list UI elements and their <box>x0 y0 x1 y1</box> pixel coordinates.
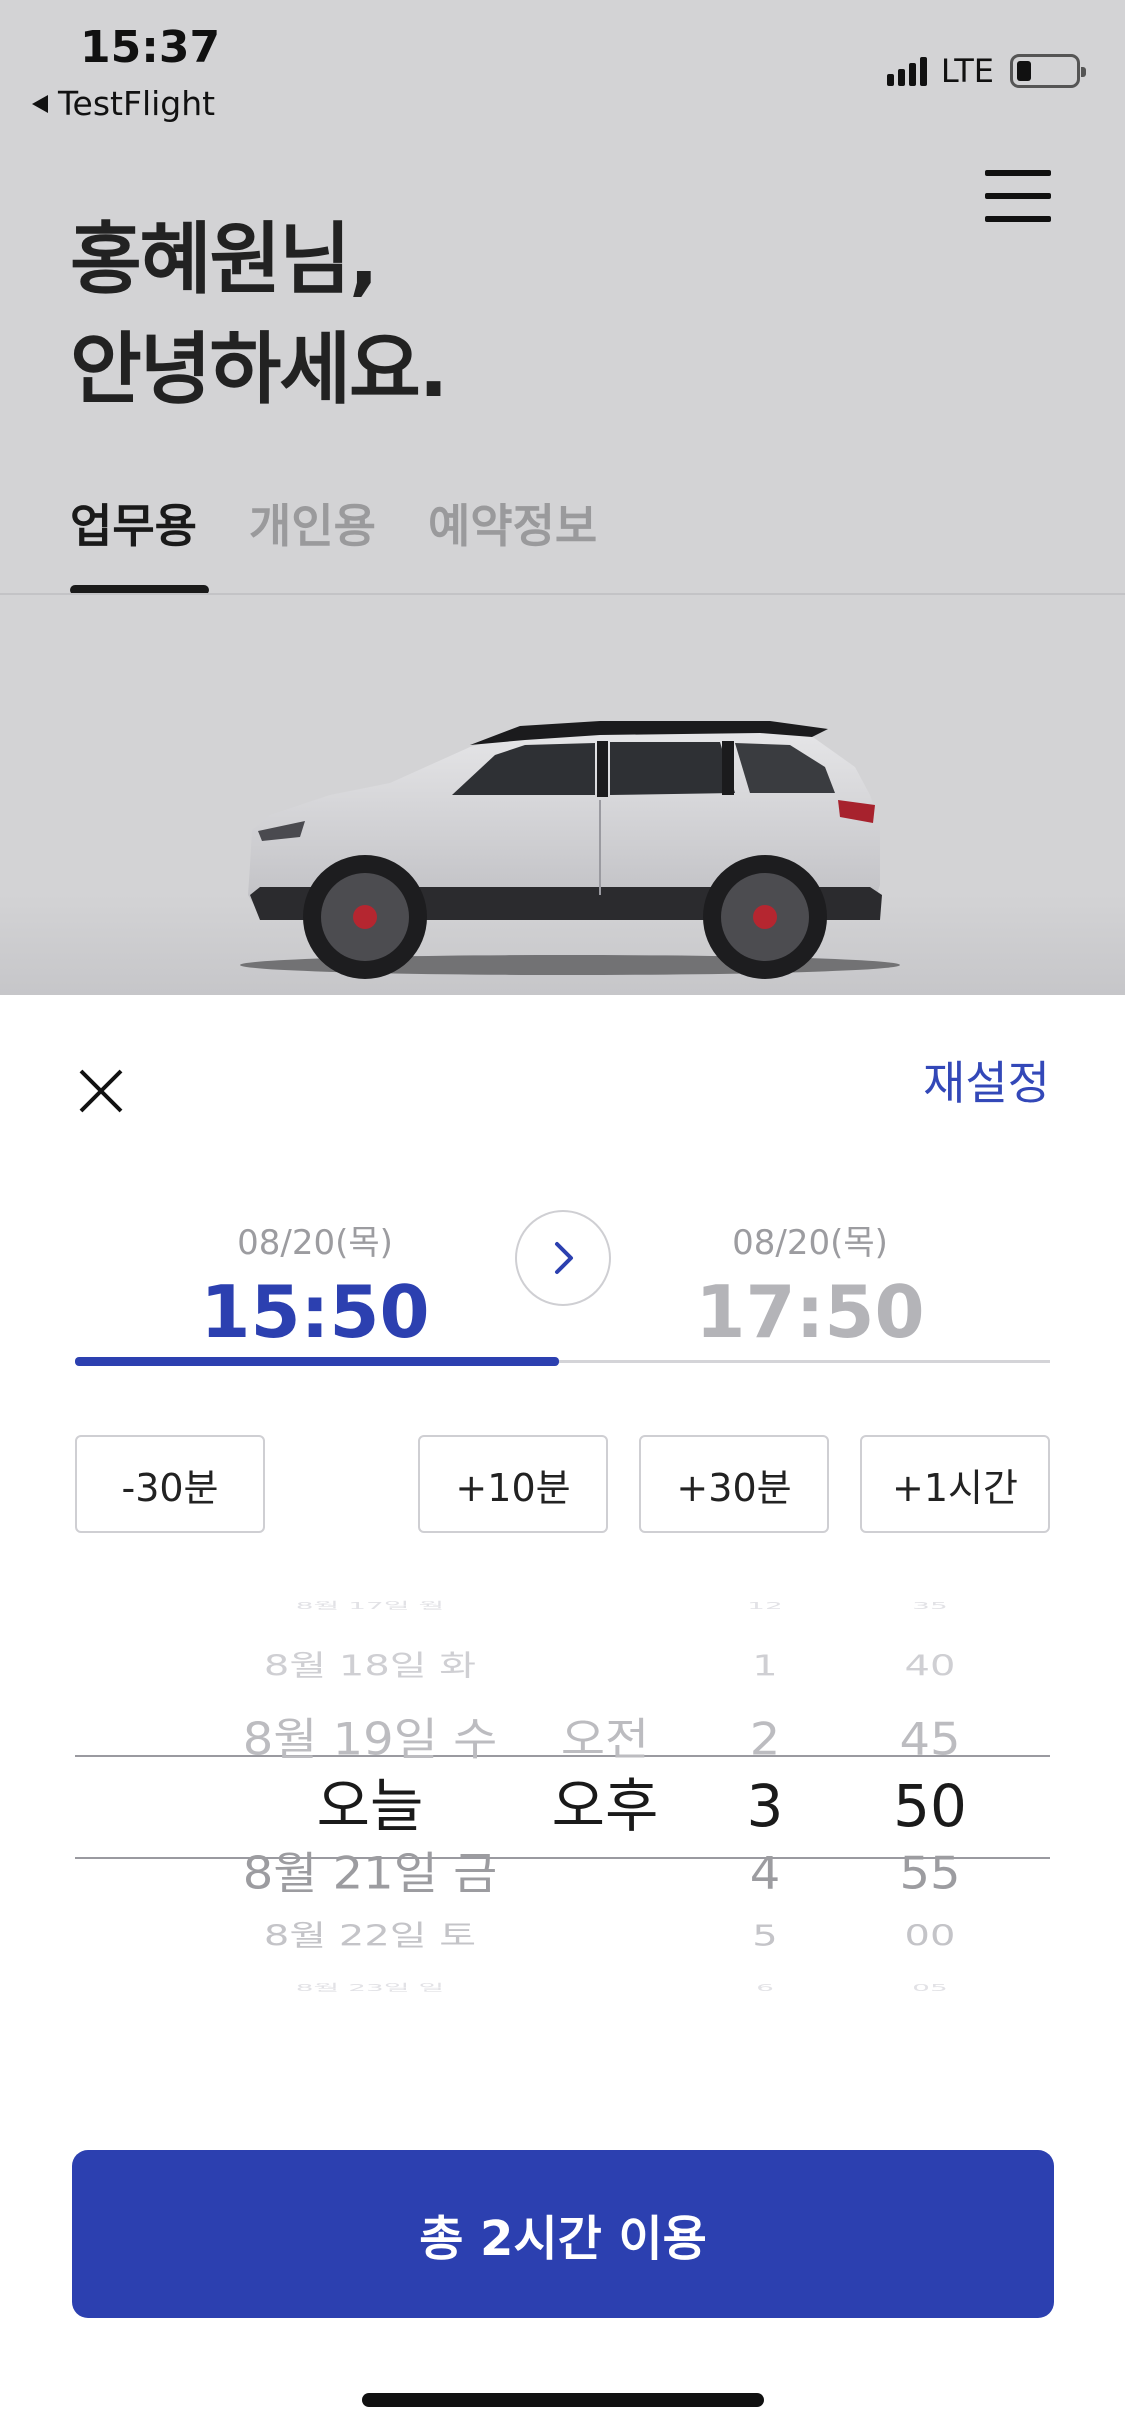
progress-fill <box>75 1357 559 1366</box>
tab-reservation-info[interactable]: 예약정보 <box>428 490 597 595</box>
minus-30-min-button[interactable]: -30분 <box>75 1435 265 1533</box>
picker-hour: 6 <box>756 1982 774 1994</box>
start-date: 08/20(목) <box>237 1223 393 1263</box>
status-time: 15:37 <box>80 22 221 73</box>
end-time: 17:50 <box>695 1270 925 1354</box>
plus-1-hour-button[interactable]: +1시간 <box>860 1435 1050 1533</box>
start-time-selector[interactable]: 08/20(목) 15:50 <box>65 1215 565 1360</box>
hamburger-menu-icon[interactable] <box>985 170 1051 226</box>
status-bar: 15:37 TestFlight LTE <box>0 0 1125 123</box>
greeting-line-1: 홍혜원님, <box>70 215 379 305</box>
back-to-app-link[interactable]: TestFlight <box>32 84 215 123</box>
greeting-line-2: 안녕하세요. <box>70 325 448 415</box>
home-indicator <box>362 2393 764 2407</box>
picker-hour: 12 <box>747 1600 783 1612</box>
picker-hour: 1 <box>752 1649 778 1683</box>
tab-business[interactable]: 업무용 <box>70 490 209 595</box>
tab-personal[interactable]: 개인용 <box>249 490 376 595</box>
tab-bar: 업무용 개인용 예약정보 <box>70 490 649 595</box>
back-triangle-icon <box>32 94 48 113</box>
picker-date: 8월 23일 일 <box>295 1982 445 1994</box>
date-time-picker[interactable]: 8월 17일 월 12 35 8월 18일 화 1 40 8월 19일 수 오전 2 45 오늘 오후… <box>0 1585 1125 2045</box>
picker-minute: 35 <box>912 1600 948 1612</box>
status-indicators: LTE <box>886 52 1086 90</box>
picker-date: 8월 18일 화 <box>263 1649 477 1683</box>
plus-10-min-button[interactable]: +10분 <box>418 1435 608 1533</box>
confirm-usage-button[interactable]: 총 2시간 이용 <box>72 2150 1054 2318</box>
time-selection-sheet: 재설정 08/20(목) 15:50 08/20(목) 17:50 -30분 +… <box>0 995 1125 2436</box>
picker-minute: 40 <box>904 1649 956 1683</box>
plus-30-min-button[interactable]: +30분 <box>639 1435 829 1533</box>
greeting: 홍혜원님, 안녕하세요. <box>70 205 448 425</box>
end-date: 08/20(목) <box>732 1223 888 1263</box>
network-label: LTE <box>940 52 994 90</box>
end-time-selector[interactable]: 08/20(목) 17:50 <box>560 1215 1060 1360</box>
signal-icon <box>886 56 927 86</box>
battery-icon <box>1010 54 1086 88</box>
picker-row[interactable]: 8월 18일 화 1 40 <box>0 1626 1125 1706</box>
back-app-label: TestFlight <box>58 84 216 123</box>
start-time: 15:50 <box>200 1270 430 1354</box>
close-icon[interactable] <box>75 1065 127 1117</box>
picker-date: 8월 17일 월 <box>295 1600 445 1612</box>
car-image <box>0 595 1125 995</box>
reset-button[interactable]: 재설정 <box>923 1047 1050 1113</box>
picker-row[interactable]: 8월 23일 일 6 05 <box>0 1948 1125 2028</box>
picker-minute: 05 <box>912 1982 948 1994</box>
